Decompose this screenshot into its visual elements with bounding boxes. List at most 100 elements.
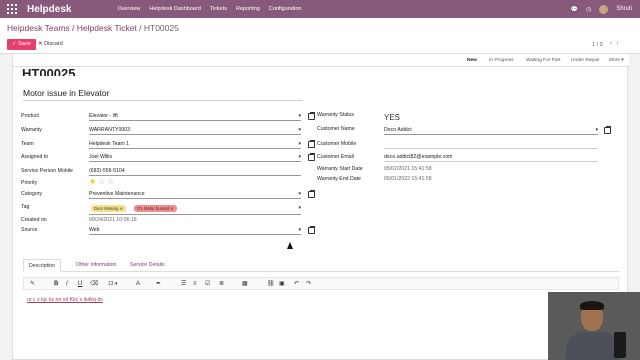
star-empty-icon[interactable]: ☆ [107,178,114,186]
align-icon[interactable]: ≣ [219,279,224,290]
status-bar: New In Progress Waiting For Part Under R… [13,54,629,67]
customer-name-value: Deco Addict [384,127,412,133]
chevron-down-icon[interactable]: ▾ [298,226,301,234]
discard-button[interactable]: ✕ Discard [38,39,63,50]
external-link-icon[interactable] [308,226,315,234]
breadcrumb-teams[interactable]: Helpdesk Teams [7,23,70,33]
magic-wand-icon[interactable]: ✎ [30,279,35,290]
menu-tickets[interactable]: Tickets [210,6,227,12]
customer-mobile-label: Customer Mobile [317,141,357,147]
tab-description[interactable]: Description [23,259,61,272]
highlight-icon[interactable]: ✒ [156,279,161,290]
customer-mobile-field[interactable] [384,140,598,149]
link-icon[interactable]: ⛓ [267,279,275,290]
customer-email-label: Customer Email [317,154,354,160]
clock-icon[interactable]: ◷ [586,6,591,13]
tab-service-details[interactable]: Service Details [125,259,170,272]
source-field[interactable]: Web ▾ [89,226,301,235]
warranty-label: Warranty [21,127,42,133]
control-panel: Helpdesk Teams / Helpdesk Ticket / HT000… [0,18,640,54]
chevron-down-icon[interactable]: ▾ [298,153,301,161]
stage-new[interactable]: New [463,55,481,66]
warranty-field[interactable]: WARRANTY0003 ▾ [89,126,301,135]
external-link-icon[interactable] [604,126,611,134]
numbered-list-icon[interactable]: ≡ [193,279,197,290]
eraser-icon[interactable]: ⌫ [90,279,98,290]
chat-icon[interactable]: 💬 [571,6,578,13]
app-name[interactable]: Helpdesk [27,4,71,15]
breadcrumb-ticket[interactable]: Helpdesk Ticket [77,23,137,33]
external-link-icon[interactable] [308,190,315,198]
user-name[interactable]: Shruti [616,6,632,12]
chevron-down-icon[interactable]: ▾ [298,190,301,198]
chevron-down-icon[interactable]: ▾ [298,140,301,148]
font-color-icon[interactable]: A [136,279,140,290]
category-field[interactable]: Preventive Maintenance ▾ [89,190,301,199]
bold-icon[interactable]: B [54,279,58,290]
chevron-down-icon[interactable]: ▾ [595,126,598,134]
pager-arrows: ‹ › [610,40,619,47]
tag-badge-label: ITL Motor burned [137,206,169,211]
stage-waiting-for-part[interactable]: Waiting For Part [522,55,564,66]
subject-field[interactable]: Motor issue in Elevator [23,88,303,101]
stage-more-label: More [609,58,620,63]
chevron-down-icon[interactable]: ▾ [298,204,301,212]
menu-overview[interactable]: Overview [117,6,140,12]
italic-icon[interactable]: I [66,279,68,290]
tab-other-information[interactable]: Other Information [71,259,121,272]
priority-label: Priority [21,180,38,186]
table-icon[interactable]: ▦ [242,279,248,290]
external-link-icon[interactable] [308,153,315,161]
menu-configuration[interactable]: Configuration [269,6,302,12]
menu-reporting[interactable]: Reporting [236,6,260,12]
source-label: Source [21,227,38,233]
warranty-status-label: Warranty Status [317,112,354,118]
warranty-start-label: Warranty Start Date [317,166,363,172]
menu-helpdesk-dashboard[interactable]: Helpdesk Dashboard [149,6,200,12]
apps-grid-icon[interactable] [7,4,17,14]
breadcrumb-current: HT00025 [143,23,179,33]
user-avatar[interactable] [599,4,609,14]
warranty-value: WARRANTY0003 [89,127,131,133]
pager-value[interactable]: 1 / 9 [592,42,603,48]
pager-prev-icon[interactable]: ‹ [610,40,612,47]
star-filled-icon[interactable]: ★ [89,178,96,186]
tag-badge[interactable]: Door Missing ✕ [91,205,127,212]
bullet-list-icon[interactable]: ☰ [181,279,186,290]
presenter-hair [580,301,604,310]
top-navbar: Helpdesk Overview Helpdesk Dashboard Tic… [0,0,640,18]
webcam-overlay [548,292,640,360]
breadcrumb-sep: / [136,23,144,33]
font-size-select[interactable]: 13 ▾ [108,279,117,290]
customer-email-field[interactable]: deco.addict82@example.com [384,153,598,162]
description-editor[interactable]: ur c z kjc kz nn xd Kkc v ikdkq ds [27,297,103,303]
external-link-icon[interactable] [308,112,315,120]
tag-badge[interactable]: ITL Motor burned ✕ [134,205,177,212]
product-value: Elevator - lift [89,113,118,119]
mobile-field[interactable]: (683)-556-5104 [89,167,301,176]
image-icon[interactable]: ▣ [279,279,285,290]
warranty-status-value: YES [384,113,401,122]
product-field[interactable]: Elevator - lift ▾ [89,112,301,121]
stage-more[interactable]: More ▾ [605,55,628,66]
warranty-end-value: 05/01/2022 15:41:58 [384,176,432,182]
tag-label: Tag [21,204,30,210]
customer-name-label: Customer Name [317,126,355,132]
team-value: Helpdesk Team 1 [89,141,129,147]
pager-next-icon[interactable]: › [616,40,618,47]
team-field[interactable]: Helpdesk Team 1 ▾ [89,140,301,149]
checklist-icon[interactable]: ☑ [205,279,210,290]
star-empty-icon[interactable]: ☆ [98,178,105,186]
assigned-field[interactable]: Joel Willis ▾ [89,153,301,162]
chevron-down-icon[interactable]: ▾ [298,112,301,120]
chevron-down-icon[interactable]: ▾ [298,126,301,134]
stage-in-progress[interactable]: In Progress [485,55,518,66]
underline-icon[interactable]: U [78,279,82,290]
external-link-icon[interactable] [308,140,315,148]
save-button[interactable]: ✓ Save [7,39,36,50]
customer-name-field[interactable]: Deco Addict ▾ [384,126,598,135]
stage-under-repair[interactable]: Under Repair [567,55,604,66]
redo-icon[interactable]: ↷ [306,279,311,290]
undo-icon[interactable]: ↶ [294,279,299,290]
mouse-cursor-icon [287,242,293,249]
